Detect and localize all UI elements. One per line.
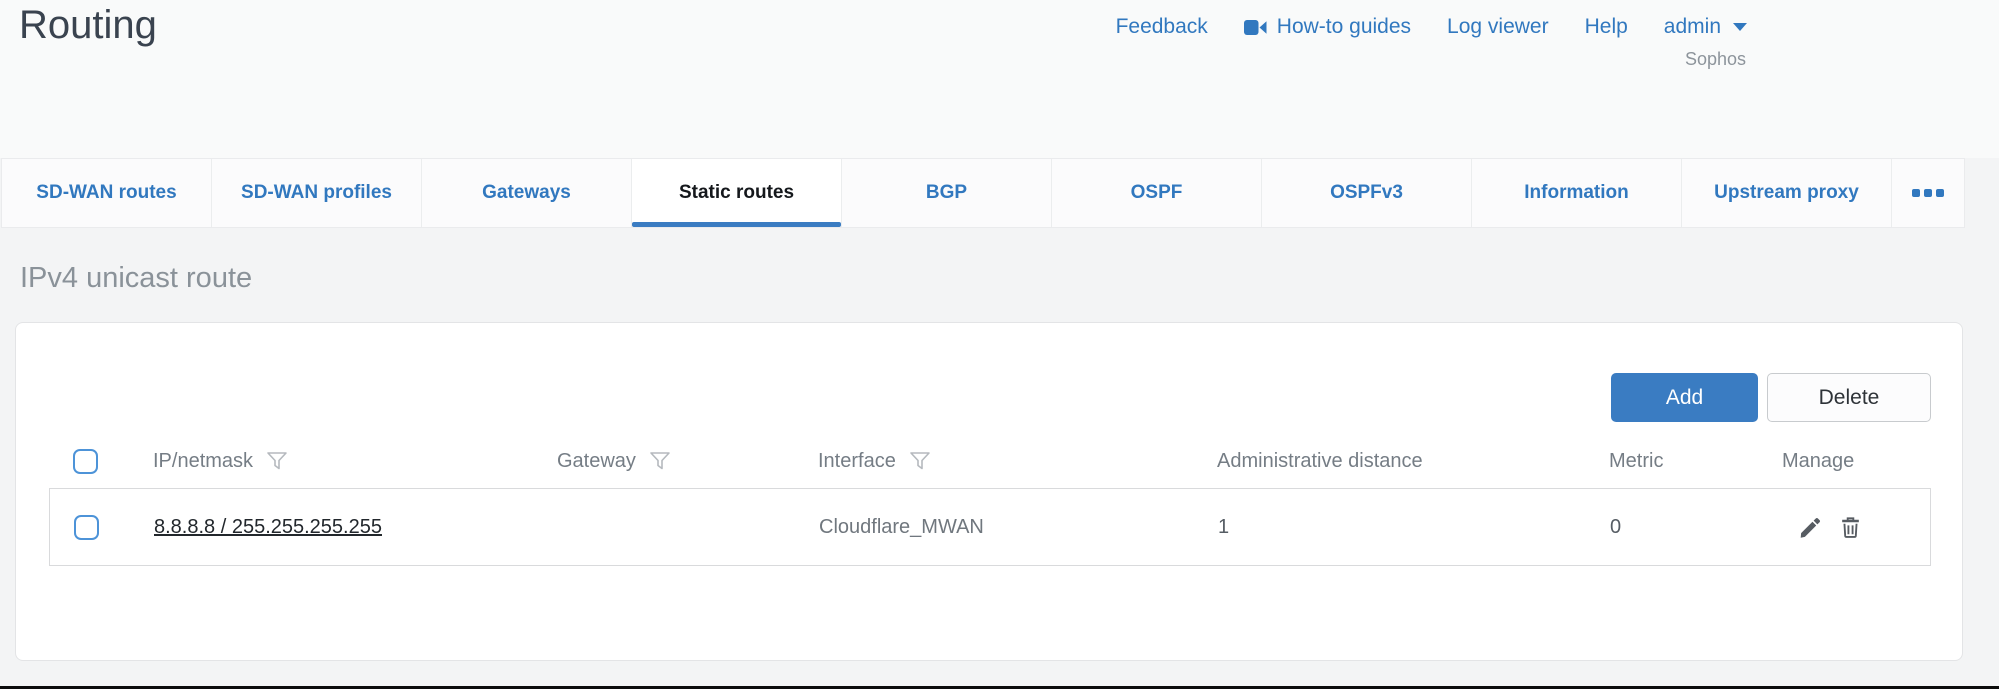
tab-ospfv3[interactable]: OSPFv3 xyxy=(1262,159,1472,227)
add-button[interactable]: Add xyxy=(1611,373,1758,422)
ellipsis-icon xyxy=(1924,189,1932,197)
pencil-icon[interactable] xyxy=(1798,515,1823,540)
cell-metric: 0 xyxy=(1610,516,1783,539)
tab-upstream-proxy[interactable]: Upstream proxy xyxy=(1682,159,1892,227)
help-link[interactable]: Help xyxy=(1585,15,1628,39)
column-metric: Metric xyxy=(1609,450,1782,473)
cell-administrative-distance: 1 xyxy=(1218,516,1610,539)
column-administrative-distance: Administrative distance xyxy=(1217,450,1609,473)
user-menu[interactable]: admin xyxy=(1664,15,1747,39)
tab-sdwan-routes[interactable]: SD-WAN routes xyxy=(2,159,212,227)
tab-bar: SD-WAN routes SD-WAN profiles Gateways S… xyxy=(1,158,1965,228)
routes-panel: Add Delete IP/netmask Gateway Interface xyxy=(15,322,1963,661)
ellipsis-icon xyxy=(1912,189,1920,197)
org-label: Sophos xyxy=(1685,49,1746,70)
trash-icon[interactable] xyxy=(1838,515,1863,540)
log-viewer-label: Log viewer xyxy=(1447,15,1549,39)
funnel-icon[interactable] xyxy=(266,450,288,472)
top-nav: Feedback How-to guides Log viewer Help a… xyxy=(1116,15,1747,39)
tab-label: Upstream proxy xyxy=(1714,182,1859,204)
ip-netmask-link[interactable]: 8.8.8.8 / 255.255.255.255 xyxy=(154,516,382,538)
user-menu-label: admin xyxy=(1664,15,1721,39)
tabs-overflow-button[interactable] xyxy=(1892,159,1964,227)
tab-label: SD-WAN profiles xyxy=(241,182,392,204)
howto-guides-link[interactable]: How-to guides xyxy=(1244,15,1411,39)
tab-information[interactable]: Information xyxy=(1472,159,1682,227)
page-title: Routing xyxy=(19,3,157,48)
delete-button[interactable]: Delete xyxy=(1767,373,1931,422)
howto-guides-label: How-to guides xyxy=(1277,15,1411,39)
column-label: Gateway xyxy=(557,450,636,473)
tab-label: SD-WAN routes xyxy=(36,182,176,204)
funnel-icon[interactable] xyxy=(909,450,931,472)
section-heading: IPv4 unicast route xyxy=(20,262,252,295)
tab-label: Information xyxy=(1524,182,1629,204)
column-label: Administrative distance xyxy=(1217,450,1423,473)
funnel-icon[interactable] xyxy=(649,450,671,472)
select-all-checkbox[interactable] xyxy=(73,449,98,474)
caret-down-icon xyxy=(1733,23,1747,31)
app-header: Routing Feedback How-to guides Log viewe… xyxy=(0,0,1999,158)
tab-gateways[interactable]: Gateways xyxy=(422,159,632,227)
table-header-row: IP/netmask Gateway Interface Administrat… xyxy=(49,436,1931,486)
table-row: 8.8.8.8 / 255.255.255.255 Cloudflare_MWA… xyxy=(49,488,1931,566)
tab-ospf[interactable]: OSPF xyxy=(1052,159,1262,227)
tab-bgp[interactable]: BGP xyxy=(842,159,1052,227)
cell-manage xyxy=(1783,515,1930,540)
tab-label: OSPFv3 xyxy=(1330,182,1403,204)
tab-label: Gateways xyxy=(482,182,571,204)
video-camera-icon xyxy=(1244,19,1267,36)
help-label: Help xyxy=(1585,15,1628,39)
feedback-link[interactable]: Feedback xyxy=(1116,15,1208,39)
tab-label: OSPF xyxy=(1131,182,1183,204)
routing-page: Routing Feedback How-to guides Log viewe… xyxy=(0,0,1999,689)
header-checkbox-cell xyxy=(49,449,153,474)
column-label: Metric xyxy=(1609,450,1663,473)
tab-label: BGP xyxy=(926,182,967,204)
feedback-label: Feedback xyxy=(1116,15,1208,39)
ellipsis-icon xyxy=(1936,189,1944,197)
tab-label: Static routes xyxy=(679,182,794,204)
cell-interface: Cloudflare_MWAN xyxy=(819,516,1218,539)
log-viewer-link[interactable]: Log viewer xyxy=(1447,15,1549,39)
row-checkbox[interactable] xyxy=(74,515,99,540)
cell-ip-netmask: 8.8.8.8 / 255.255.255.255 xyxy=(154,516,558,539)
row-checkbox-cell xyxy=(50,515,154,540)
column-label: Interface xyxy=(818,450,896,473)
column-interface: Interface xyxy=(818,450,1217,473)
tab-sdwan-profiles[interactable]: SD-WAN profiles xyxy=(212,159,422,227)
column-gateway: Gateway xyxy=(557,450,818,473)
column-label: IP/netmask xyxy=(153,450,253,473)
column-label: Manage xyxy=(1782,450,1854,473)
column-manage: Manage xyxy=(1782,450,1931,473)
tab-static-routes[interactable]: Static routes xyxy=(632,159,842,227)
column-ip-netmask: IP/netmask xyxy=(153,450,557,473)
